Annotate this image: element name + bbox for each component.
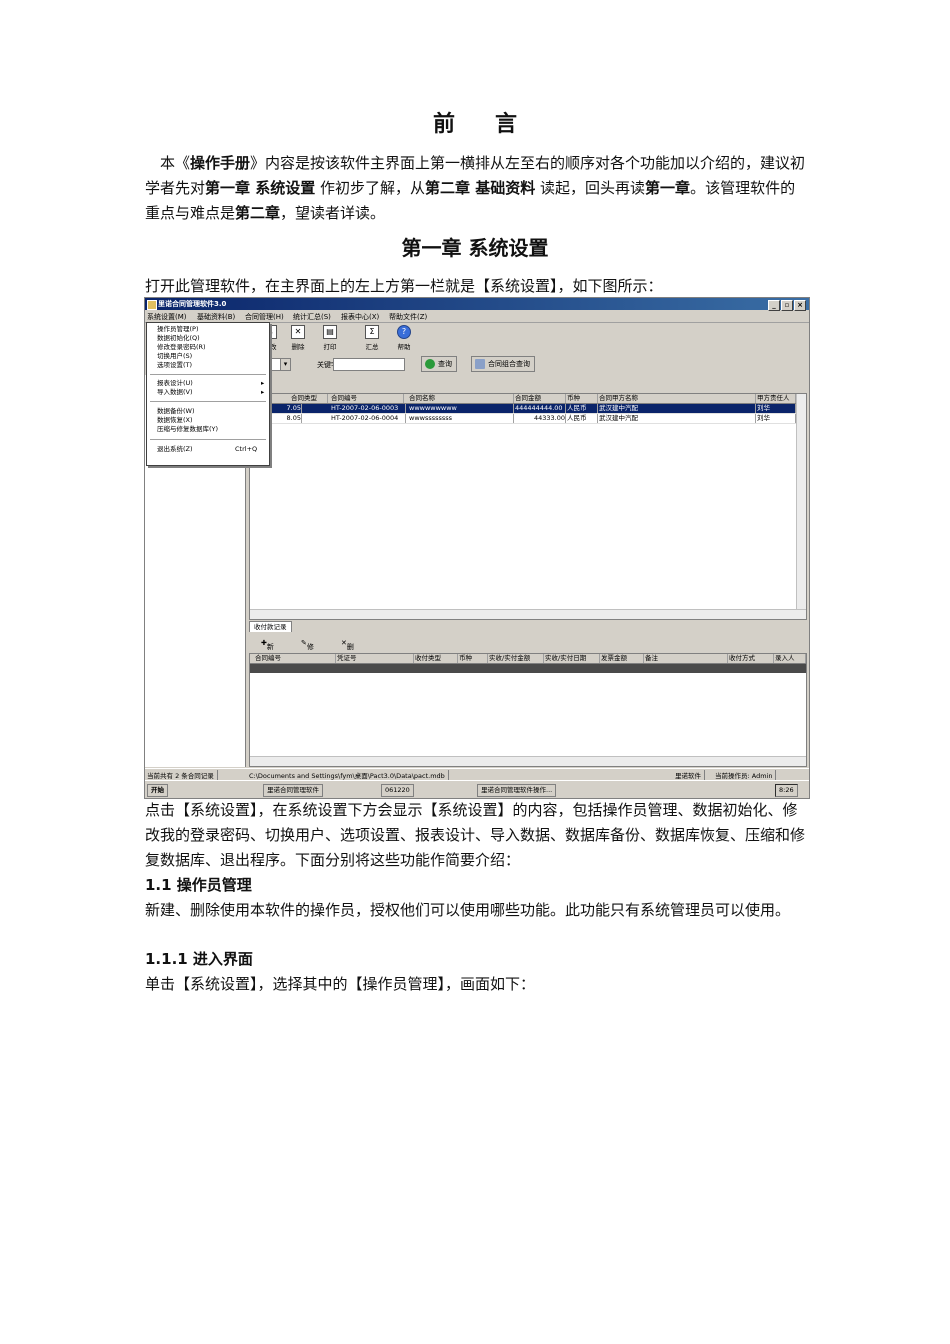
summary-icon: Σ <box>365 325 379 339</box>
menu-item-import-data[interactable]: 导入数据(V) ▸ <box>157 388 264 397</box>
toolbar: ✎修改 ✕删除 ▤打印 Σ汇总 ?帮助 <box>245 323 809 351</box>
menu-item-change-password[interactable]: 修改登录密码(R) <box>157 343 206 352</box>
menu-contract-mgmt[interactable]: 合同管理(H) <box>245 312 284 322</box>
search-icon <box>475 359 485 369</box>
menu-item-compact-repair[interactable]: 压缩与修复数据库(Y) <box>157 425 218 434</box>
system-settings-dropdown: 操作员管理(P) 数据初始化(Q) 修改登录密码(R) 切换用户(S) 选项设置… <box>146 322 270 466</box>
taskbar-item-folder[interactable]: 061220 <box>381 784 414 797</box>
record-count: 当前共有 2 条合同记录 <box>147 770 218 780</box>
menu-item-restore[interactable]: 数据恢复(X) <box>157 416 193 425</box>
query-icon <box>425 359 435 369</box>
menu-item-operator-mgmt[interactable]: 操作员管理(P) <box>157 325 199 334</box>
taskbar-item-doc[interactable]: 里诺合同管理软件操作... <box>477 784 557 797</box>
payment-grid[interactable]: 合同编号 凭证号 收付类型 币种 实收/实付金额 实收/实付日期 发票金额 备注… <box>249 653 807 767</box>
contract-grid[interactable]: 合同类型 合同编号 合同名称 合同金额 币种 合同甲方名称 甲方责任人 7.05… <box>249 393 807 620</box>
section-1-1-title: 1.1 操作员管理 <box>145 876 252 894</box>
menu-statistics[interactable]: 统计汇总(S) <box>293 312 331 322</box>
status-bar: 当前共有 2 条合同记录 C:\Documents and Settings\f… <box>145 768 809 780</box>
chapter1-title: 第一章 系统设置 <box>401 236 549 260</box>
app-icon <box>147 300 157 310</box>
intro-paragraph: 本《操作手册》内容是按该软件主界面上第一横排从左至右的顺序对各个功能加以介绍的，… <box>145 154 806 222</box>
window-titlebar: 里诺合同管理软件3.0 _ ▫ × <box>145 298 809 311</box>
menu-reports[interactable]: 报表中心(X) <box>341 312 379 322</box>
preface-char-1: 前 <box>432 111 455 137</box>
section-1-1-1-title: 1.1.1 进入界面 <box>145 950 253 968</box>
menu-basic-data[interactable]: 基础资料(B) <box>197 312 235 322</box>
exit-shortcut: Ctrl+Q <box>235 445 258 453</box>
query-button[interactable]: 查询 <box>421 356 457 372</box>
contract-grid-header: 合同类型 合同编号 合同名称 合同金额 币种 合同甲方名称 甲方责任人 <box>250 394 806 404</box>
keyword-input[interactable] <box>333 358 405 371</box>
filter-bar: 关键字 查询 合同组合查询 <box>245 355 809 375</box>
menu-help[interactable]: 帮助文件(Z) <box>389 312 427 322</box>
db-path: C:\Documents and Settings\fym\桌面\Pact3.0… <box>249 770 449 780</box>
payment-hscroll[interactable] <box>250 756 806 766</box>
menu-item-switch-user[interactable]: 切换用户(S) <box>157 352 192 361</box>
window-title: 里诺合同管理软件3.0 <box>158 300 227 308</box>
help-button[interactable]: ? 帮助 <box>391 325 417 351</box>
help-icon: ? <box>397 325 411 339</box>
restore-button[interactable]: ▫ <box>781 300 793 311</box>
clock: 8:26 <box>775 784 798 797</box>
preface-title: 前言 <box>0 106 950 138</box>
payment-grid-header: 合同编号 凭证号 收付类型 币种 实收/实付金额 实收/实付日期 发票金额 备注… <box>250 654 806 664</box>
delete-record-button[interactable]: ✕ 删除 <box>341 639 354 661</box>
tab-payment-records[interactable]: 收付款记录 <box>249 621 292 632</box>
submenu-arrow-icon: ▸ <box>261 388 265 396</box>
table-row[interactable]: 7.05 HT-2007-02-06-0003 wwwwwwwww 444444… <box>250 404 806 414</box>
grid-hscroll[interactable] <box>250 609 806 619</box>
print-icon: ▤ <box>323 325 337 339</box>
menu-system-settings[interactable]: 系统设置(M) <box>147 312 187 322</box>
tab-strip: 收付款记录 <box>249 620 805 632</box>
after-screenshot-text: 点击【系统设置】，在系统设置下方会显示【系统设置】的内容，包括操作员管理、数据初… <box>145 801 806 869</box>
taskbar-item-app[interactable]: 里诺合同管理软件 <box>263 784 323 797</box>
delete-button[interactable]: ✕ 删除 <box>285 325 311 351</box>
section-1-1-text: 新建、删除使用本软件的操作员，授权他们可以使用哪些功能。此功能只有系统管理员可以… <box>145 901 791 919</box>
submenu-arrow-icon: ▸ <box>261 379 265 387</box>
delete-icon: ✕ <box>291 325 305 339</box>
payment-toolbar: ✚ 新增 ✎ 修改 ✕ 删除 <box>249 636 805 661</box>
close-button[interactable]: × <box>794 300 806 311</box>
menu-item-exit[interactable]: 退出系统(Z) Ctrl+Q <box>157 445 257 454</box>
preface-char-2: 言 <box>495 111 518 137</box>
grid-vscroll[interactable] <box>796 394 806 619</box>
table-row[interactable]: 8.05 HT-2007-02-06-0004 wwwssssssss 4433… <box>250 414 806 424</box>
menu-item-backup[interactable]: 数据备份(W) <box>157 407 195 416</box>
payment-empty-row <box>250 664 806 673</box>
menu-item-options[interactable]: 选项设置(T) <box>157 361 192 370</box>
minimize-button[interactable]: _ <box>768 300 780 311</box>
section-1-1-1-text: 单击【系统设置】，选择其中的【操作员管理】，画面如下： <box>145 975 536 993</box>
combo-query-button[interactable]: 合同组合查询 <box>471 356 535 372</box>
menu-item-report-design[interactable]: 报表设计(U) ▸ <box>157 379 264 388</box>
current-operator: 当前操作员: Admin <box>715 770 777 780</box>
start-button[interactable]: 开始 <box>147 784 168 797</box>
print-button[interactable]: ▤ 打印 <box>317 325 343 351</box>
taskbar: 开始 里诺合同管理软件 061220 里诺合同管理软件操作... 8:26 <box>145 780 809 798</box>
add-record-button[interactable]: ✚ 新增 <box>261 639 274 661</box>
app-screenshot: 里诺合同管理软件3.0 _ ▫ × 系统设置(M) 基础资料(B) 合同管理(H) … <box>144 297 810 799</box>
open-text: 打开此管理软件，在主界面上的左上方第一栏就是【系统设置】，如下图所示： <box>145 277 663 295</box>
vendor-name: 里诺软件 <box>675 770 705 780</box>
menu-item-data-init[interactable]: 数据初始化(Q) <box>157 334 200 343</box>
summary-button[interactable]: Σ 汇总 <box>359 325 385 351</box>
edit-record-button[interactable]: ✎ 修改 <box>301 639 314 661</box>
